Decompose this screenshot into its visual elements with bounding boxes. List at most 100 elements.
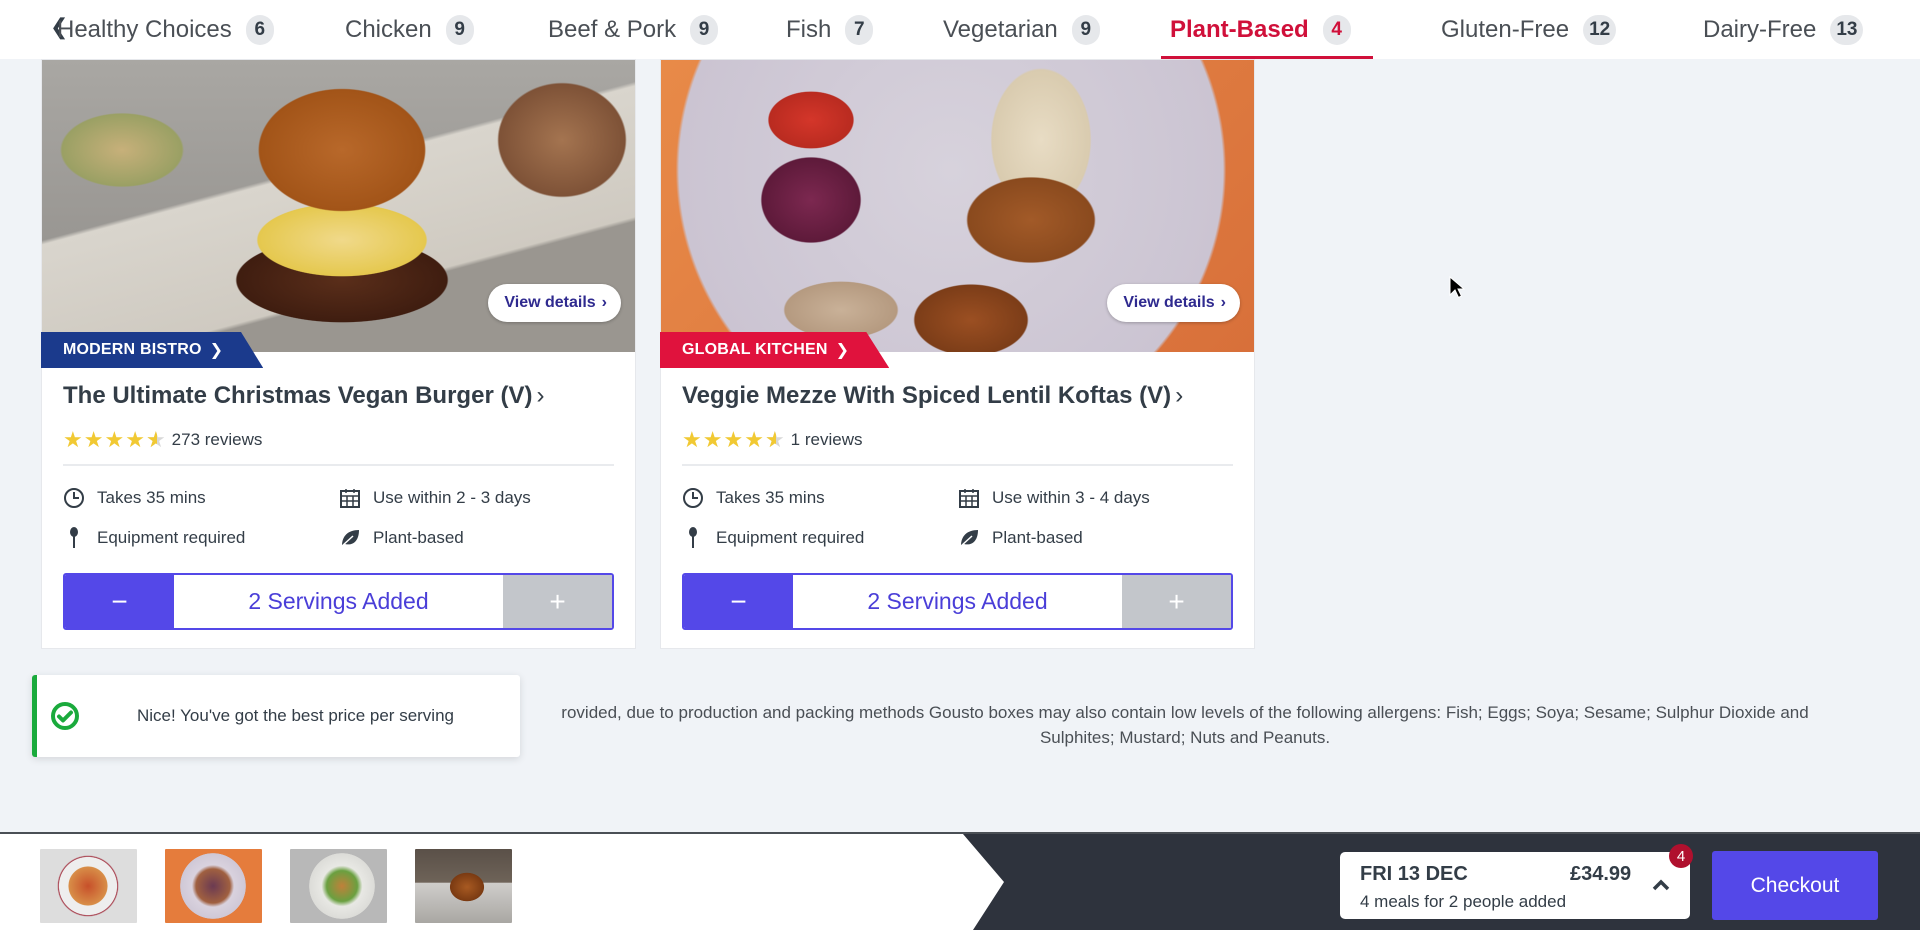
recipe-image[interactable]: View details ›: [42, 60, 635, 352]
cook-time: Takes 35 mins: [63, 487, 206, 509]
review-count: 273 reviews: [171, 430, 263, 449]
add-serving-button[interactable]: +: [503, 575, 612, 628]
rating: ★★★★★ 273 reviews: [63, 427, 263, 452]
use-within-text: Use within 2 - 3 days: [373, 488, 531, 507]
tomato-pasta-thumbnail[interactable]: [40, 849, 137, 923]
star-icon: ★: [125, 427, 145, 452]
toast-message: Nice! You've got the best price per serv…: [137, 706, 454, 725]
basket-count-badge: 4: [1669, 844, 1693, 868]
tab-fish[interactable]: Fish 7: [786, 0, 874, 59]
remove-serving-button[interactable]: −: [65, 575, 174, 628]
tab-label: Fish: [786, 15, 832, 43]
chevron-right-icon: ❯: [835, 342, 850, 359]
category-nav: ❮ Healthy Choices 6 Chicken 9 Beef & Por…: [0, 0, 1920, 59]
servings-added-label: 2 Servings Added: [174, 575, 503, 628]
recipe-title[interactable]: Veggie Mezze With Spiced Lentil Koftas (…: [682, 382, 1183, 410]
spoon-icon: [63, 527, 85, 549]
divider: [63, 464, 614, 466]
recipe-card: View details › GLOBAL KITCHEN ❯ Veggie M…: [660, 59, 1255, 649]
tab-count: 4: [1322, 14, 1351, 45]
recipe-image[interactable]: View details ›: [661, 60, 1254, 352]
kitchen-badge[interactable]: MODERN BISTRO ❯: [41, 332, 264, 368]
tab-label: Plant-Based: [1170, 15, 1309, 43]
tab-beef-pork[interactable]: Beef & Pork 9: [548, 0, 719, 59]
star-icon: ★: [744, 427, 764, 452]
tab-count: 9: [1071, 14, 1100, 45]
remove-serving-button[interactable]: −: [684, 575, 793, 628]
vegan-burger-thumbnail[interactable]: [415, 849, 512, 923]
cook-time: Takes 35 mins: [682, 487, 825, 509]
tab-chicken[interactable]: Chicken 9: [345, 0, 474, 59]
diet-text: Plant-based: [373, 528, 464, 547]
spoon-icon: [682, 527, 704, 549]
recipe-title-text: Veggie Mezze With Spiced Lentil Koftas (…: [682, 382, 1172, 409]
tab-label: Vegetarian: [943, 15, 1058, 43]
tab-label: Gluten-Free: [1441, 15, 1570, 43]
add-serving-button[interactable]: +: [1122, 575, 1231, 628]
basket-price: £34.99: [1570, 863, 1632, 885]
star-icon: ★: [723, 427, 744, 452]
price-toast: Nice! You've got the best price per serv…: [32, 675, 520, 757]
basket-summary[interactable]: FRI 13 DEC £34.99 4 meals for 2 people a…: [1340, 844, 1693, 919]
chevron-up-icon[interactable]: [1650, 874, 1672, 896]
star-icon: ★: [682, 427, 702, 452]
tab-gluten-free[interactable]: Gluten-Free 12: [1441, 0, 1617, 59]
allergen-line-1: rovided, due to production and packing m…: [561, 703, 1809, 722]
chevron-right-icon: ›: [601, 294, 607, 311]
basket-summary-text: 4 meals for 2 people added: [1360, 892, 1567, 911]
tab-count: 9: [690, 14, 719, 45]
use-within-text: Use within 3 - 4 days: [992, 488, 1150, 507]
chevron-right-icon: ›: [1220, 294, 1226, 311]
recipe-card: View details › MODERN BISTRO ❯ The Ultim…: [41, 59, 636, 649]
diet-text: Plant-based: [992, 528, 1083, 547]
check-circle-icon: [51, 702, 79, 730]
star-icon: ★: [83, 427, 104, 452]
tab-healthy-choices[interactable]: Healthy Choices 6: [57, 0, 274, 59]
diet: Plant-based: [958, 527, 1083, 549]
clock-icon: [63, 487, 85, 509]
tab-count: 12: [1583, 14, 1617, 45]
tab-dairy-free[interactable]: Dairy-Free 13: [1703, 0, 1864, 59]
calendar-icon: [958, 487, 980, 509]
tab-count: 7: [845, 14, 874, 45]
servings-added-label: 2 Servings Added: [793, 575, 1122, 628]
star-rating: ★ ★ ★ ★ ★: [63, 427, 166, 452]
view-details-button[interactable]: View details ›: [488, 284, 621, 322]
servings-stepper: − 2 Servings Added +: [63, 573, 614, 630]
view-details-label: View details: [1123, 294, 1215, 311]
chevron-right-icon: ›: [536, 382, 545, 409]
tab-vegetarian[interactable]: Vegetarian 9: [943, 0, 1100, 59]
tab-count: 6: [245, 14, 274, 45]
basket-bar: FRI 13 DEC £34.99 4 meals for 2 people a…: [0, 832, 1920, 930]
tab-count: 9: [445, 14, 474, 45]
recipe-title-text: The Ultimate Christmas Vegan Burger (V): [63, 382, 533, 409]
star-icon: ★: [702, 427, 723, 452]
tab-label: Dairy-Free: [1703, 15, 1817, 43]
chevron-right-icon: ❯: [209, 342, 224, 359]
tab-label: Beef & Pork: [548, 15, 677, 43]
chevron-right-icon: ›: [1175, 382, 1184, 409]
kitchen-label: MODERN BISTRO: [63, 341, 202, 358]
kitchen-badge[interactable]: GLOBAL KITCHEN ❯: [660, 332, 890, 368]
checkout-button[interactable]: Checkout: [1712, 851, 1878, 920]
equipment: Equipment required: [63, 527, 245, 549]
star-rating: ★ ★ ★ ★ ★: [682, 427, 785, 452]
veggie-mezze-thumbnail[interactable]: [165, 849, 262, 923]
tab-plant-based[interactable]: Plant-Based 4: [1161, 0, 1373, 59]
star-icon: ★: [63, 427, 83, 452]
view-details-button[interactable]: View details ›: [1107, 284, 1240, 322]
recipe-title[interactable]: The Ultimate Christmas Vegan Burger (V) ›: [63, 382, 544, 410]
tab-label: Healthy Choices: [57, 15, 232, 43]
allergen-line-2: Sulphites; Mustard; Nuts and Peanuts.: [1039, 728, 1331, 747]
view-details-label: View details: [504, 294, 596, 311]
use-within: Use within 3 - 4 days: [958, 487, 1150, 509]
cook-time-text: Takes 35 mins: [716, 488, 825, 507]
equipment-text: Equipment required: [97, 528, 246, 547]
mouse-cursor-icon: [1449, 276, 1465, 299]
noodle-bowl-thumbnail[interactable]: [290, 849, 387, 923]
calendar-icon: [339, 487, 361, 509]
review-count: 1 reviews: [790, 430, 863, 449]
servings-stepper: − 2 Servings Added +: [682, 573, 1233, 630]
use-within: Use within 2 - 3 days: [339, 487, 531, 509]
tab-count: 13: [1830, 14, 1864, 45]
